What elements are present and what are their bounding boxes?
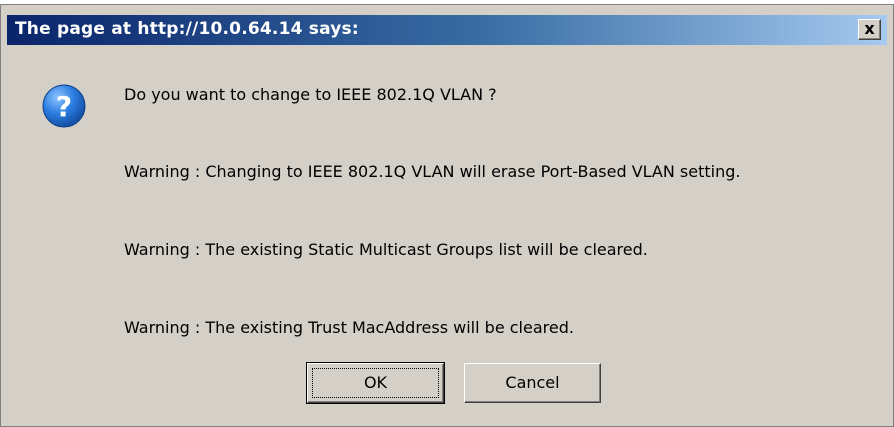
warning-message-port-based: Warning : Changing to IEEE 802.1Q VLAN w… [124,162,741,181]
question-message: Do you want to change to IEEE 802.1Q VLA… [124,85,497,104]
warning-message-trust-mac: Warning : The existing Trust MacAddress … [124,318,574,337]
close-icon: x [864,19,875,38]
cancel-button[interactable]: Cancel [464,363,601,403]
title-bar[interactable]: The page at http://10.0.64.14 says: x [7,15,887,45]
ok-button[interactable]: OK [306,362,445,404]
cancel-button-label: Cancel [505,373,560,392]
warning-message-multicast: Warning : The existing Static Multicast … [124,240,648,259]
confirm-dialog: The page at http://10.0.64.14 says: x ? … [0,4,894,427]
svg-text:?: ? [56,90,72,123]
focus-rectangle [312,368,439,398]
close-button[interactable]: x [858,19,881,40]
dialog-title: The page at http://10.0.64.14 says: [15,19,359,39]
question-icon: ? [42,84,86,128]
